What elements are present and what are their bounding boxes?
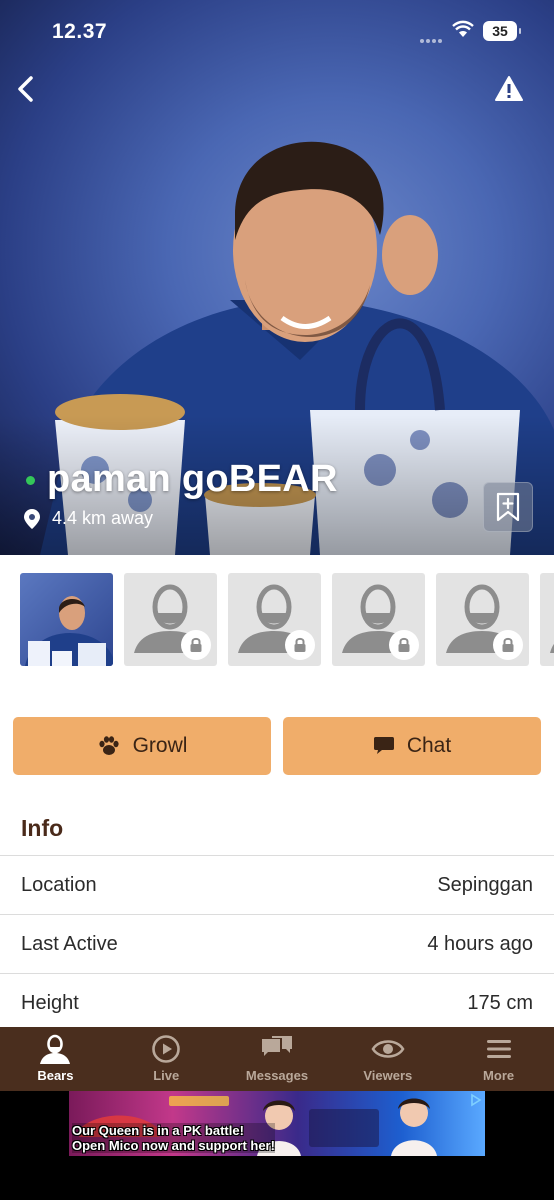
- info-section-title: Info: [21, 815, 64, 841]
- signal-icon: [420, 30, 446, 43]
- tab-live[interactable]: Live: [111, 1027, 222, 1091]
- paw-icon: [98, 736, 119, 755]
- locked-photo-thumbnail[interactable]: [436, 573, 529, 666]
- bookmark-add-icon: [496, 492, 520, 522]
- photo-thumbnails: [20, 573, 554, 666]
- online-status-dot: [26, 476, 35, 485]
- chat-label: Chat: [406, 734, 452, 757]
- growl-button[interactable]: Growl: [13, 717, 271, 775]
- ad-area: Our Queen is in a PK battle! Open Mico n…: [0, 1091, 554, 1200]
- growl-label: Growl: [132, 734, 188, 757]
- ad-headline: Our Queen is in a PK battle!: [72, 1123, 275, 1138]
- lock-icon: [285, 630, 315, 660]
- chat-button[interactable]: Chat: [283, 717, 541, 775]
- tab-messages[interactable]: Messages: [222, 1027, 333, 1091]
- lock-icon: [389, 630, 419, 660]
- bookmark-button[interactable]: [483, 482, 533, 532]
- location-pin-icon: [24, 508, 40, 529]
- play-circle-icon: [152, 1035, 180, 1063]
- lock-icon: [493, 630, 523, 660]
- avatar-placeholder-icon: [550, 644, 554, 653]
- tab-label: Viewers: [363, 1068, 413, 1083]
- locked-photo-thumbnail[interactable]: [228, 573, 321, 666]
- back-button[interactable]: [10, 72, 44, 106]
- locked-photo-thumbnail[interactable]: [124, 573, 217, 666]
- battery-indicator: 35: [483, 21, 521, 41]
- eye-icon: [371, 1040, 405, 1058]
- info-row-location: Location Sepinggan: [0, 855, 554, 913]
- distance-row: 4.4 km away: [24, 508, 153, 529]
- profile-name: paman goBEAR: [47, 458, 338, 500]
- tab-viewers[interactable]: Viewers: [332, 1027, 443, 1091]
- info-label: Last Active: [21, 933, 118, 955]
- thumbnail-image: [25, 596, 113, 666]
- distance-text: 4.4 km away: [52, 508, 154, 528]
- tab-bears[interactable]: Bears: [0, 1027, 111, 1091]
- status-time: 12.37: [52, 20, 108, 43]
- tab-label: Bears: [37, 1068, 74, 1083]
- status-bar: 12.37 35: [0, 0, 554, 62]
- ad-subline: Open Mico now and support her!: [72, 1138, 275, 1153]
- lock-icon: [181, 630, 211, 660]
- wifi-icon: [452, 20, 474, 37]
- profile-hero-photo[interactable]: 12.37 35 paman goBEAR 4.4 km away: [0, 0, 554, 555]
- tab-label: Live: [153, 1068, 180, 1083]
- info-row-last-active: Last Active 4 hours ago: [0, 914, 554, 972]
- bear-icon: [40, 1034, 71, 1064]
- locked-photo-thumbnail[interactable]: [332, 573, 425, 666]
- locked-photo-thumbnail[interactable]: [540, 573, 554, 666]
- ad-banner[interactable]: Our Queen is in a PK battle! Open Mico n…: [69, 1091, 485, 1156]
- tab-label: Messages: [245, 1068, 309, 1083]
- photo-thumbnail[interactable]: [20, 573, 113, 666]
- info-label: Location: [21, 874, 97, 896]
- menu-icon: [486, 1040, 511, 1058]
- report-button[interactable]: [492, 72, 526, 106]
- chat-bubble-icon: [373, 737, 394, 754]
- messages-icon: [261, 1036, 292, 1056]
- tab-label: More: [483, 1068, 515, 1083]
- ad-choices-icon[interactable]: [469, 1093, 483, 1107]
- info-row-height: Height 175 cm: [0, 973, 554, 1027]
- warning-icon: [495, 76, 523, 101]
- info-label: Height: [21, 992, 79, 1014]
- chevron-left-icon: [18, 76, 33, 102]
- bottom-tab-bar: Bears Live Messages Viewers More: [0, 1027, 554, 1091]
- info-value: Sepinggan: [437, 874, 533, 896]
- info-value: 175 cm: [467, 992, 533, 1014]
- profile-content: Growl Chat Info Location Sepinggan Last …: [0, 555, 554, 1027]
- tab-more[interactable]: More: [443, 1027, 554, 1091]
- info-value: 4 hours ago: [427, 933, 533, 955]
- ad-text: Our Queen is in a PK battle! Open Mico n…: [72, 1123, 275, 1153]
